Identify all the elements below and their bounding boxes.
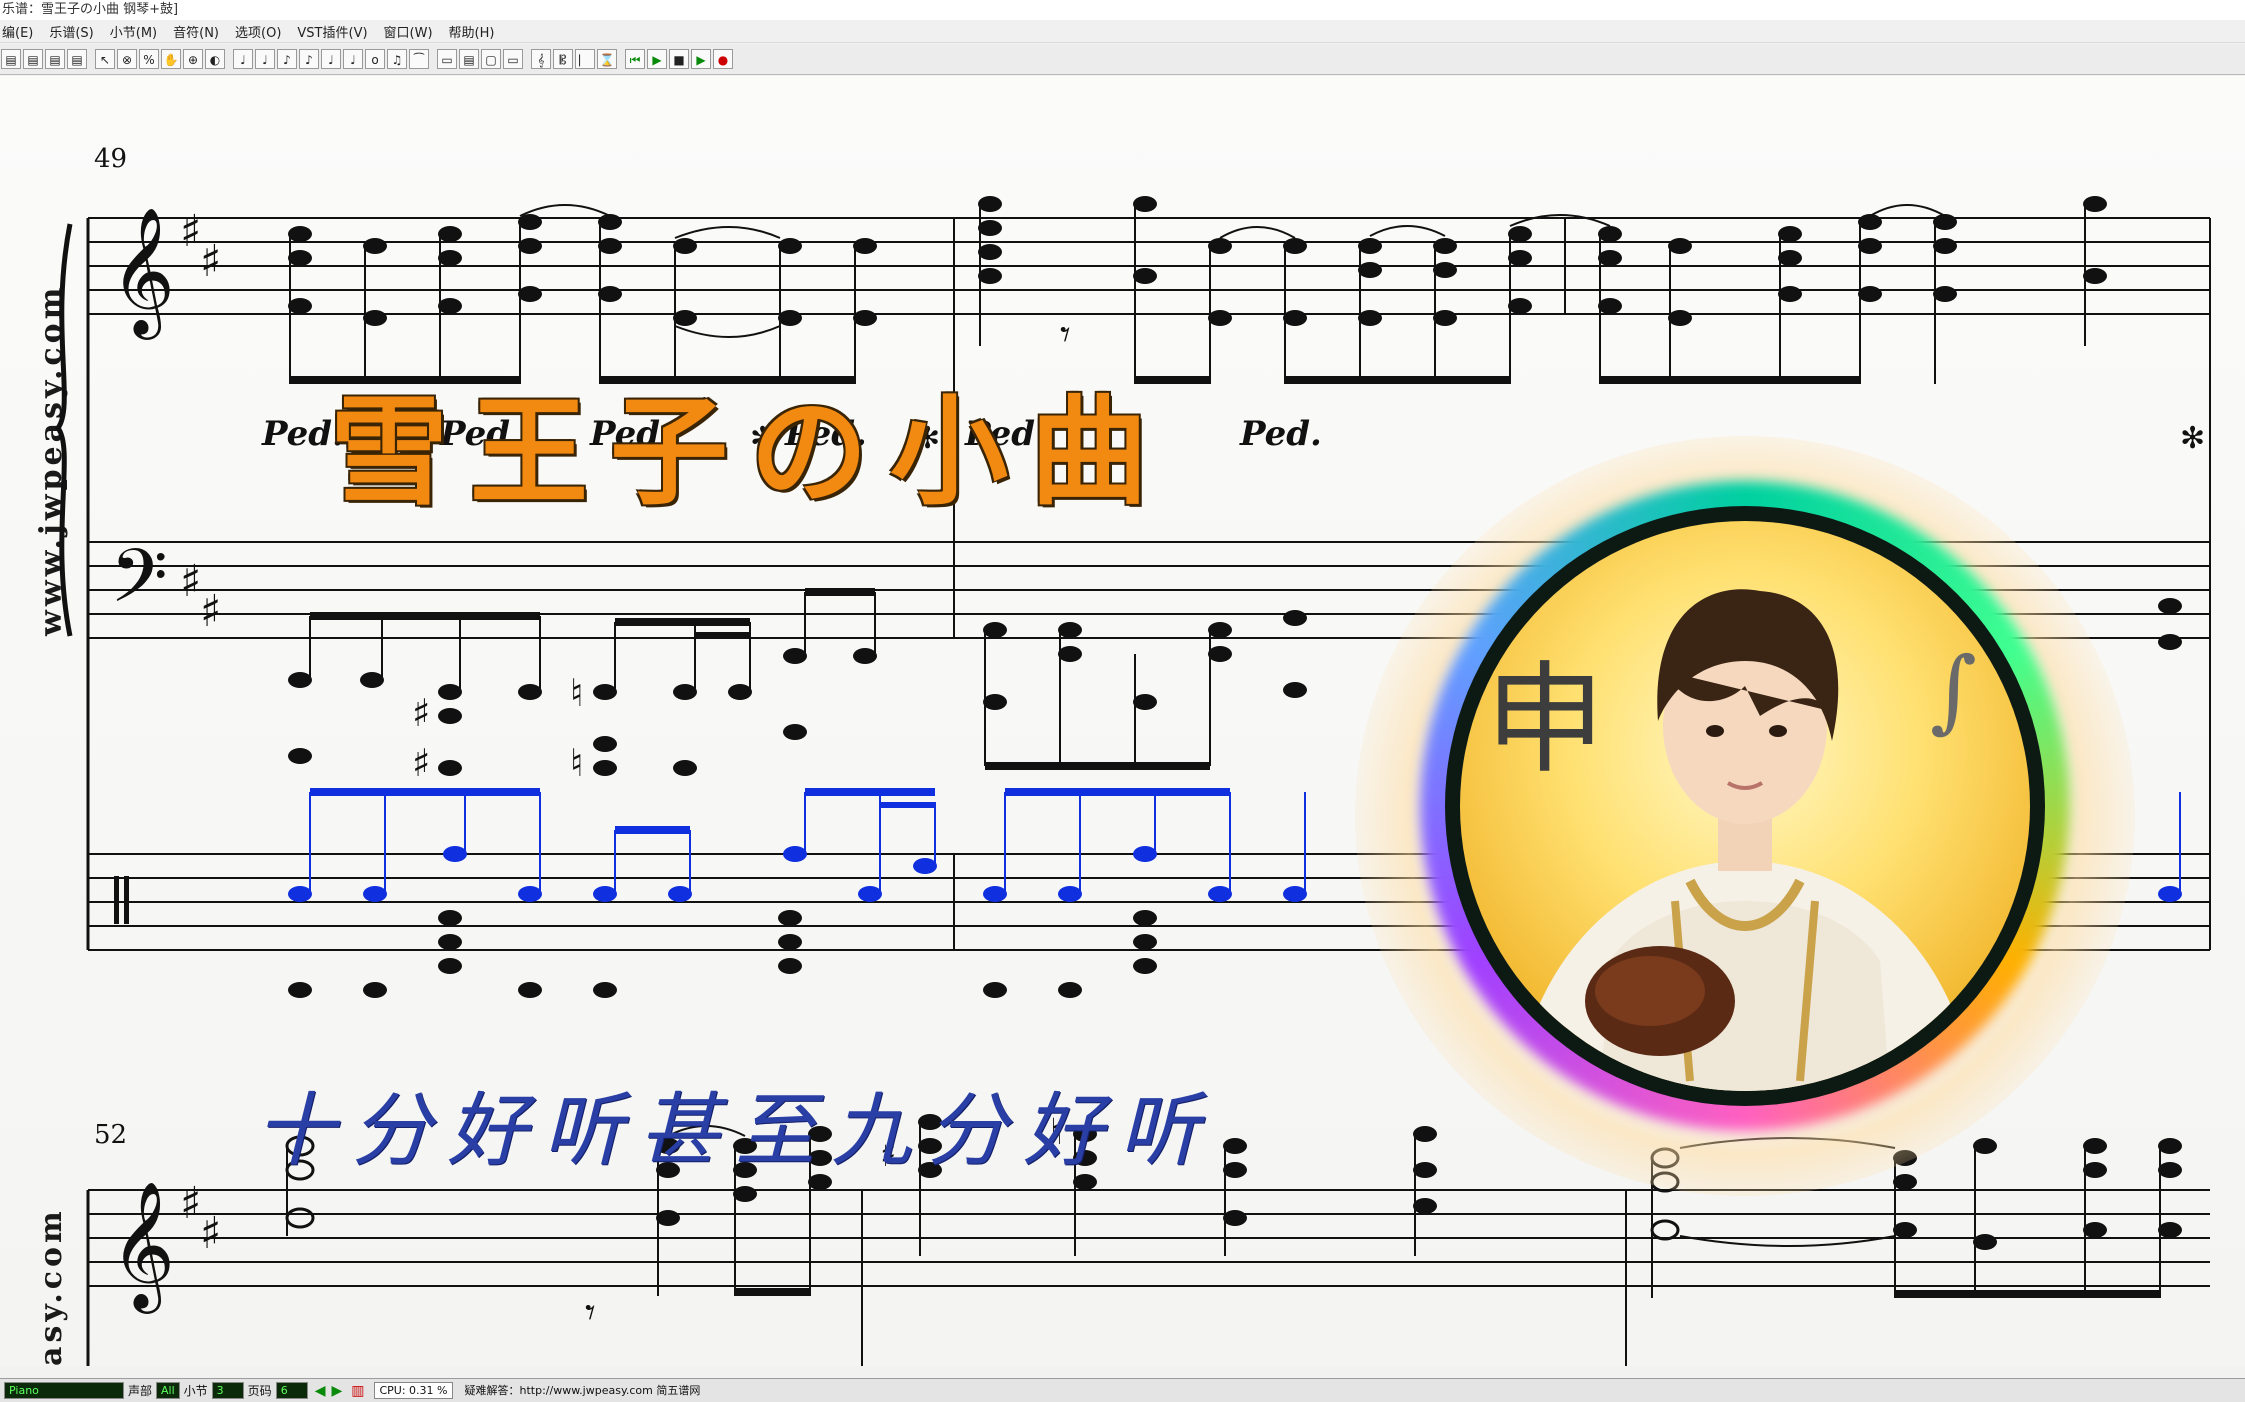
menu-window[interactable]: 窗口(W) [382,22,433,41]
menu-note[interactable]: 音符(N) [171,22,219,41]
toolbar: ▤ ▤ ▤ ▤ ↖ ⊗ % ✋ ⊕ ◐ ♩ ♩ ♪ ♪ ♩ ♩ o ♫ ⁀ ▭ … [0,44,2245,75]
save-file-icon[interactable]: ▤ [45,49,65,69]
menu-options[interactable]: 选项(O) [233,22,281,41]
key-sharp-3: ♯ [180,556,201,607]
svg-text:♮: ♮ [570,671,584,715]
rewind-icon[interactable]: ⏮ [625,49,645,69]
bass-beams [310,588,1210,770]
box-icon[interactable]: ▭ [503,49,523,69]
page-field[interactable]: 6 [275,1382,308,1399]
key-sharp-6: ♯ [200,1208,221,1259]
voice-select[interactable]: All [156,1382,180,1399]
treble-clef-upper: 𝄞 [110,206,175,340]
treble-beams-lower [735,1288,2160,1298]
note-icon[interactable]: ♩ [321,49,341,69]
menu-edit[interactable]: 编(E) [0,22,33,41]
ties-upper [519,204,1946,338]
score-sheet[interactable]: www.jwpeasy.com asy.com 49 52 𝄞 𝄢 𝄞 ♯ ♯ … [0,76,2245,1366]
percussion-clef-bar-1 [114,876,119,924]
alto-clef-icon[interactable]: 𝄡 [553,49,573,69]
svg-text:♯: ♯ [412,741,430,785]
new-file-icon[interactable]: ▤ [1,49,21,69]
menu-help[interactable]: 帮助(H) [447,22,495,41]
beam-icon[interactable]: ♫ [387,49,407,69]
menu-vst[interactable]: VST插件(V) [295,22,367,41]
drum-beams [310,788,1230,834]
key-sharp-5: ♯ [180,1178,201,1229]
half-note-icon[interactable]: ♩ [343,49,363,69]
layout-icon[interactable]: ▤ [459,49,479,69]
avatar-visualizer: 申 ∫ [1275,416,2215,1216]
metronome-icon[interactable]: ⌛ [597,49,617,69]
subtitle-overlay: 十分好听甚至九分好听 [255,1084,1215,1177]
accent-icon[interactable]: ♪ [299,49,319,69]
play-from-icon[interactable]: ▶ [647,49,667,69]
play-icon[interactable]: ▶ [691,49,711,69]
record-icon[interactable]: ● [713,49,733,69]
status-bar: Piano 声部 All 小节 3 页码 6 ◀ ▶ ▥ CPU: 0.31 %… [0,1378,2245,1402]
measure-field[interactable]: 3 [211,1382,244,1399]
instrument-select[interactable]: Piano [4,1382,124,1399]
percussion-clef-bar-2 [124,876,129,924]
eighth-rest-lower: 𝄾 [585,1290,596,1336]
svg-text:♯: ♯ [412,691,430,735]
whole-note-icon[interactable]: o [365,49,385,69]
zoom-tool-icon[interactable]: ⊕ [183,49,203,69]
print-icon[interactable]: ▤ [67,49,87,69]
song-title-overlay: 雪王子の小曲 [330,382,1171,521]
expression-icon[interactable]: ▢ [481,49,501,69]
avatar-photo: 申 ∫ [1460,521,2030,1091]
key-sharp-1: ♯ [180,206,201,257]
staff-icon[interactable]: ▭ [437,49,457,69]
stop-icon[interactable]: ■ [669,49,689,69]
measure-label: 小节 [183,1384,208,1398]
window-title: 乐谱：雪王子の小曲 钢琴+鼓] [0,0,2245,20]
quarter-note-icon[interactable]: ♩ [233,49,253,69]
menu-score[interactable]: 乐谱(S) [47,22,93,41]
percent-tool-icon[interactable]: % [139,49,159,69]
svg-text:∫: ∫ [1930,638,1977,743]
treble-clef-icon[interactable]: 𝄞 [531,49,551,69]
open-file-icon[interactable]: ▤ [23,49,43,69]
barline-icon[interactable]: ⎸ [575,49,595,69]
svg-text:申: 申 [1485,651,1605,790]
slur-icon[interactable]: ⁀ [409,49,429,69]
menu-bar: 编(E) 乐谱(S) 小节(M) 音符(N) 选项(O) VST插件(V) 窗口… [0,20,2245,43]
treble-notes-upper [288,196,2107,326]
treble-staff-upper [88,217,2210,315]
hand-tool-icon[interactable]: ✋ [161,49,181,69]
meter-icon: ▥ [351,1382,365,1399]
treble-clef-lower: 𝄞 [110,1180,175,1314]
eighth-note-icon[interactable]: ♪ [277,49,297,69]
note-tie-icon[interactable]: ♩ [255,49,275,69]
voice-label: 声部 [128,1384,153,1398]
color-tool-icon[interactable]: ◐ [205,49,225,69]
bass-accidentals: ♯ ♯ ♮ ♮ [412,671,584,785]
svg-text:♮: ♮ [570,741,584,785]
grand-staff-brace [54,223,73,637]
drum-low-notes [288,910,1157,998]
key-sharp-4: ♯ [200,586,221,637]
key-sharp-2: ♯ [200,236,221,287]
menu-measure[interactable]: 小节(M) [108,22,157,41]
page-next-icon[interactable]: ▶ [331,1383,342,1399]
cpu-readout: CPU: 0.31 % [374,1382,453,1399]
bass-clef: 𝄢 [110,533,168,638]
eighth-rest: 𝄾 [1060,312,1071,358]
page-label: 页码 [247,1384,272,1398]
erase-tool-icon[interactable]: ⊗ [117,49,137,69]
help-text: 疑难解答：http://www.jwpeasy.com 简五谱网 [464,1384,701,1397]
select-tool-icon[interactable]: ↖ [95,49,115,69]
page-prev-icon[interactable]: ◀ [315,1383,326,1399]
